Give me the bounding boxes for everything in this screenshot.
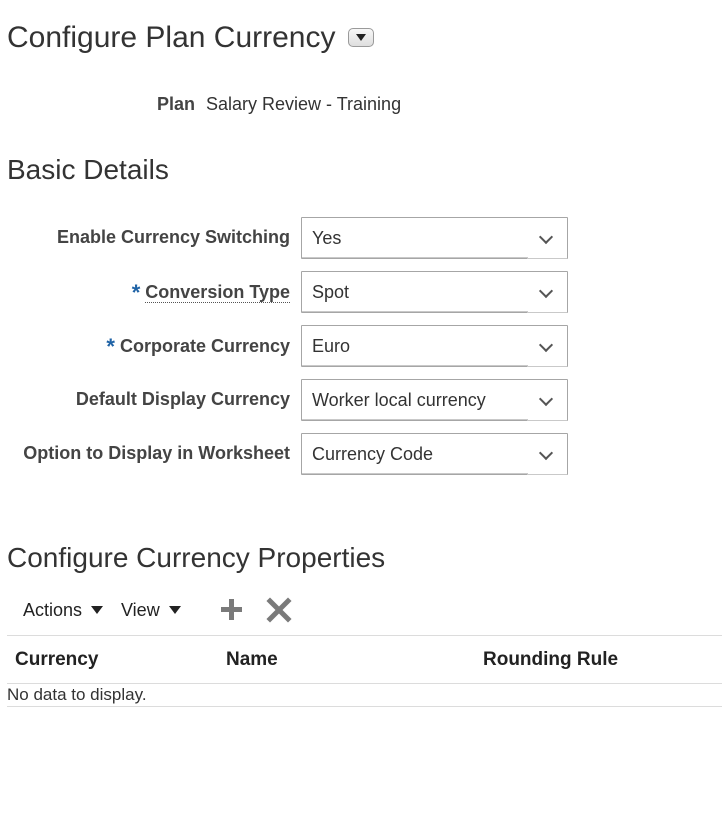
field-label-text: Default Display Currency — [75, 389, 290, 409]
conversion-type-label: * Conversion Type — [131, 280, 290, 305]
select-underline — [302, 365, 528, 366]
select-underline — [302, 311, 528, 312]
select-value: Currency Code — [312, 444, 434, 464]
column-header-currency[interactable]: Currency — [15, 649, 98, 671]
select-dropdown-button[interactable] — [527, 380, 567, 421]
option-to-display-row: Option to Display in Worksheet Currency … — [0, 433, 600, 475]
select-value: Worker local currency — [312, 390, 486, 410]
select-dropdown-button[interactable] — [527, 218, 567, 259]
corporate-currency-select[interactable]: Euro — [301, 325, 568, 367]
enable-currency-switching-select[interactable]: Yes — [301, 217, 568, 259]
select-value: Euro — [312, 336, 351, 356]
field-label-text[interactable]: Conversion Type — [145, 282, 290, 303]
caret-down-icon — [356, 34, 366, 41]
select-dropdown-button[interactable] — [527, 326, 567, 367]
corporate-currency-label: * Corporate Currency — [106, 334, 290, 359]
table-divider — [7, 683, 722, 684]
table-divider — [7, 706, 722, 707]
caret-down-icon — [91, 606, 104, 615]
column-header-name[interactable]: Name — [226, 649, 278, 671]
plan-value: Salary Review - Training — [206, 94, 402, 114]
field-label-text: Corporate Currency — [119, 336, 290, 356]
actions-menu-label: Actions — [23, 600, 83, 620]
caret-down-icon — [168, 606, 181, 615]
required-marker: * — [106, 334, 115, 359]
plan-label: Plan — [157, 94, 196, 114]
add-row-button[interactable] — [219, 597, 245, 623]
default-display-currency-select[interactable]: Worker local currency — [301, 379, 568, 421]
select-underline — [302, 257, 528, 258]
currency-properties-title: Configure Currency Properties — [7, 542, 386, 573]
option-to-display-select[interactable]: Currency Code — [301, 433, 568, 475]
corporate-currency-row: * Corporate Currency Euro — [0, 325, 600, 367]
chevron-down-icon — [538, 337, 554, 353]
empty-table-message: No data to display. — [7, 685, 147, 704]
chevron-down-icon — [538, 283, 554, 299]
field-label-text: Enable Currency Switching — [56, 227, 290, 247]
field-label-text: Option to Display in Worksheet — [23, 443, 290, 463]
select-value: Spot — [312, 282, 350, 302]
default-display-currency-row: Default Display Currency Worker local cu… — [0, 379, 600, 421]
conversion-type-row: * Conversion Type Spot — [0, 271, 600, 313]
x-icon — [266, 597, 292, 623]
page-menu-button[interactable] — [348, 28, 374, 47]
basic-details-title: Basic Details — [7, 154, 169, 185]
enable-currency-switching-label: Enable Currency Switching — [57, 226, 290, 248]
option-to-display-label: Option to Display in Worksheet — [23, 442, 290, 464]
select-dropdown-button[interactable] — [527, 434, 567, 475]
select-underline — [302, 473, 528, 474]
select-underline — [302, 419, 528, 420]
chevron-down-icon — [538, 445, 554, 461]
enable-currency-switching-row: Enable Currency Switching Yes — [0, 217, 600, 259]
delete-row-button[interactable] — [266, 597, 292, 623]
view-menu-label: View — [121, 600, 160, 620]
view-menu[interactable]: View — [121, 599, 181, 621]
actions-menu[interactable]: Actions — [23, 599, 104, 621]
table-toolbar: Actions View — [0, 597, 722, 625]
page-title: Configure Plan Currency — [7, 21, 336, 54]
chevron-down-icon — [538, 229, 554, 245]
default-display-currency-label: Default Display Currency — [76, 388, 290, 410]
select-value: Yes — [312, 228, 342, 248]
plus-icon — [221, 599, 242, 620]
chevron-down-icon — [538, 391, 554, 407]
select-dropdown-button[interactable] — [527, 272, 567, 313]
column-header-rounding-rule[interactable]: Rounding Rule — [483, 649, 618, 671]
conversion-type-select[interactable]: Spot — [301, 271, 568, 313]
required-marker: * — [131, 280, 141, 305]
table-divider — [7, 635, 722, 636]
